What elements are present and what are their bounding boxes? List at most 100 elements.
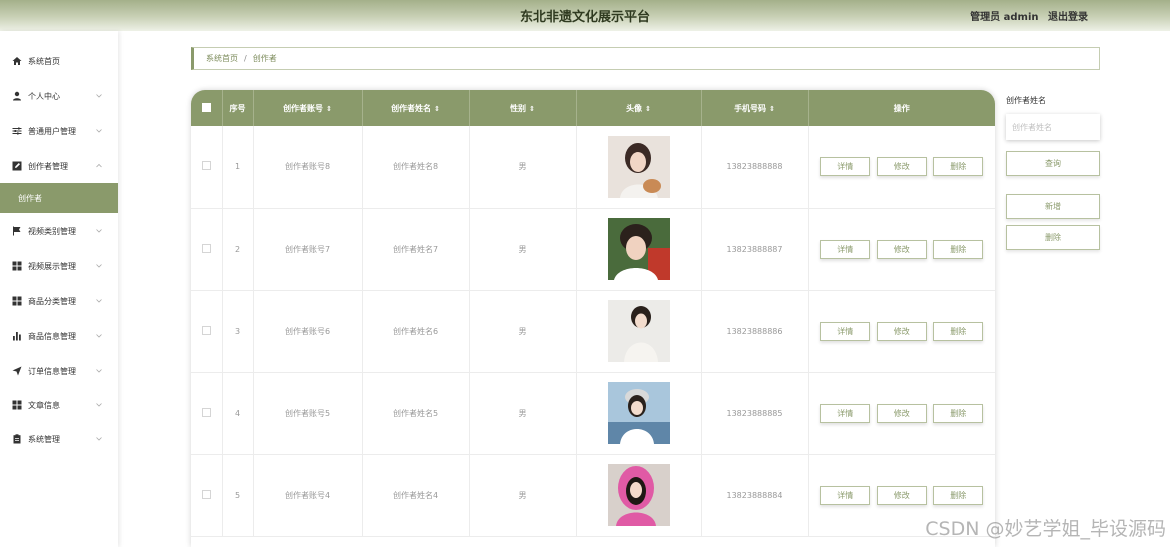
sidebar-item-label: 视频类别管理 bbox=[28, 226, 76, 236]
cell-account: 创作者账号5 bbox=[253, 372, 363, 455]
cell-account: 创作者账号7 bbox=[253, 208, 363, 291]
sidebar-item-label: 订单信息管理 bbox=[28, 366, 76, 376]
delete-button[interactable]: 删除 bbox=[933, 321, 984, 341]
search-label: 创作者姓名 bbox=[1006, 96, 1046, 105]
edit-button[interactable]: 修改 bbox=[876, 485, 927, 505]
cell-gender: 男 bbox=[469, 372, 577, 455]
cell-phone: 13823888885 bbox=[701, 372, 809, 455]
sidebar-item-label: 商品信息管理 bbox=[28, 331, 76, 341]
cell-phone: 13823888886 bbox=[701, 290, 809, 373]
chevron-down-icon bbox=[96, 332, 102, 338]
avatar bbox=[607, 300, 670, 362]
detail-button[interactable]: 详情 bbox=[820, 321, 871, 341]
delete-button[interactable]: 删除 bbox=[933, 403, 984, 423]
cell-account: 创作者账号4 bbox=[253, 454, 363, 537]
clipboard-icon bbox=[12, 434, 22, 444]
sort-icon: ⇕ bbox=[769, 104, 775, 113]
column-header-phone[interactable]: 手机号码 ⇕ bbox=[701, 90, 809, 126]
sort-icon: ⇕ bbox=[434, 104, 440, 113]
cell-name: 创作者姓名4 bbox=[362, 454, 470, 537]
batch-delete-button[interactable]: 删除 bbox=[1006, 225, 1100, 250]
row-checkbox[interactable] bbox=[201, 489, 211, 499]
row-checkbox[interactable] bbox=[201, 243, 211, 253]
row-checkbox[interactable] bbox=[201, 161, 211, 171]
sidebar-item-label: 系统首页 bbox=[28, 56, 60, 66]
cell-actions: 详情 修改 删除 bbox=[808, 372, 995, 455]
sidebar-item-normal-users[interactable]: 普通用户管理 bbox=[0, 116, 118, 146]
chevron-down-icon bbox=[96, 127, 102, 133]
table-row: 2 创作者账号7 创作者姓名7 男 13823888887 详情 修改 删除 bbox=[191, 208, 995, 291]
column-header-name[interactable]: 创作者姓名 ⇕ bbox=[362, 90, 470, 126]
search-input[interactable] bbox=[1006, 114, 1100, 140]
sidebar-item-articles[interactable]: 文章信息 bbox=[0, 390, 118, 420]
flag-icon bbox=[12, 226, 22, 236]
sidebar-item-profile[interactable]: 个人中心 bbox=[0, 81, 118, 111]
bar-chart-icon bbox=[12, 331, 22, 341]
select-all-checkbox[interactable] bbox=[201, 102, 211, 112]
cell-index: 3 bbox=[222, 290, 254, 373]
sidebar-item-goods-info[interactable]: 商品信息管理 bbox=[0, 321, 118, 351]
table-row: 5 创作者账号4 创作者姓名4 男 13823888884 详情 修改 删除 bbox=[191, 454, 995, 537]
edit-button[interactable]: 修改 bbox=[876, 157, 927, 177]
sidebar-item-label: 个人中心 bbox=[28, 91, 60, 101]
sidebar-item-label: 创作者管理 bbox=[28, 161, 68, 171]
breadcrumb-separator: / bbox=[244, 54, 247, 63]
chevron-down-icon bbox=[96, 435, 102, 441]
avatar bbox=[607, 218, 670, 280]
delete-button[interactable]: 删除 bbox=[933, 157, 984, 177]
cell-name: 创作者姓名7 bbox=[362, 208, 470, 291]
header-user-area: 管理员 admin 退出登录 bbox=[964, 8, 1088, 23]
edit-button[interactable]: 修改 bbox=[876, 403, 927, 423]
sidebar-item-label: 文章信息 bbox=[28, 400, 60, 410]
sidebar-item-goods-category[interactable]: 商品分类管理 bbox=[0, 286, 118, 316]
edit-button[interactable]: 修改 bbox=[876, 321, 927, 341]
delete-button[interactable]: 删除 bbox=[933, 485, 984, 505]
delete-button[interactable]: 删除 bbox=[933, 239, 984, 259]
column-header-ops: 操作 bbox=[808, 90, 995, 126]
sidebar-item-label: 商品分类管理 bbox=[28, 296, 76, 306]
grid-icon bbox=[12, 296, 22, 306]
avatar bbox=[607, 464, 670, 526]
cell-phone: 13823888884 bbox=[701, 454, 809, 537]
chevron-down-icon bbox=[96, 227, 102, 233]
sidebar-item-system[interactable]: 系统管理 bbox=[0, 424, 118, 454]
sidebar-item-video-display[interactable]: 视频展示管理 bbox=[0, 251, 118, 281]
table-row: 3 创作者账号6 创作者姓名6 男 13823888886 详情 修改 删除 bbox=[191, 290, 995, 373]
query-button[interactable]: 查询 bbox=[1006, 151, 1100, 176]
avatar bbox=[607, 382, 670, 444]
chevron-down-icon bbox=[96, 92, 102, 98]
breadcrumb: 系统首页 / 创作者 bbox=[191, 47, 1100, 70]
row-checkbox[interactable] bbox=[201, 325, 211, 335]
send-icon bbox=[12, 366, 22, 376]
breadcrumb-current: 创作者 bbox=[252, 54, 277, 63]
column-header-gender[interactable]: 性别 ⇕ bbox=[469, 90, 577, 126]
add-button[interactable]: 新增 bbox=[1006, 194, 1100, 219]
chevron-down-icon bbox=[96, 297, 102, 303]
detail-button[interactable]: 详情 bbox=[820, 239, 871, 259]
sidebar-item-video-category[interactable]: 视频类别管理 bbox=[0, 216, 118, 246]
sort-icon: ⇕ bbox=[529, 104, 535, 113]
detail-button[interactable]: 详情 bbox=[820, 485, 871, 505]
sidebar-item-creator[interactable]: 创作者 bbox=[0, 183, 118, 213]
breadcrumb-home[interactable]: 系统首页 bbox=[206, 53, 238, 64]
watermark: CSDN @妙艺学姐_毕设源码 bbox=[925, 518, 1166, 540]
row-checkbox[interactable] bbox=[201, 407, 211, 417]
top-header: 东北非遗文化展示平台 管理员 admin 退出登录 bbox=[0, 0, 1170, 31]
sidebar-item-creator-mgmt[interactable]: 创作者管理 bbox=[0, 151, 118, 181]
sidebar-item-order-info[interactable]: 订单信息管理 bbox=[0, 356, 118, 386]
cell-actions: 详情 修改 删除 bbox=[808, 208, 995, 291]
edit-button[interactable]: 修改 bbox=[876, 239, 927, 259]
sidebar-item-home[interactable]: 系统首页 bbox=[0, 46, 118, 76]
detail-button[interactable]: 详情 bbox=[820, 403, 871, 423]
column-header-avatar[interactable]: 头像 ⇕ bbox=[576, 90, 702, 126]
grid-icon bbox=[12, 261, 22, 271]
detail-button[interactable]: 详情 bbox=[820, 157, 871, 177]
cell-phone: 13823888887 bbox=[701, 208, 809, 291]
logout-link[interactable]: 退出登录 bbox=[1048, 12, 1088, 23]
cell-index: 2 bbox=[222, 208, 254, 291]
sidebar-item-label: 普通用户管理 bbox=[28, 126, 76, 136]
edit-box-icon bbox=[12, 161, 22, 171]
chevron-down-icon bbox=[96, 367, 102, 373]
current-user: 管理员 admin bbox=[970, 12, 1039, 23]
column-header-account[interactable]: 创作者账号 ⇕ bbox=[253, 90, 363, 126]
